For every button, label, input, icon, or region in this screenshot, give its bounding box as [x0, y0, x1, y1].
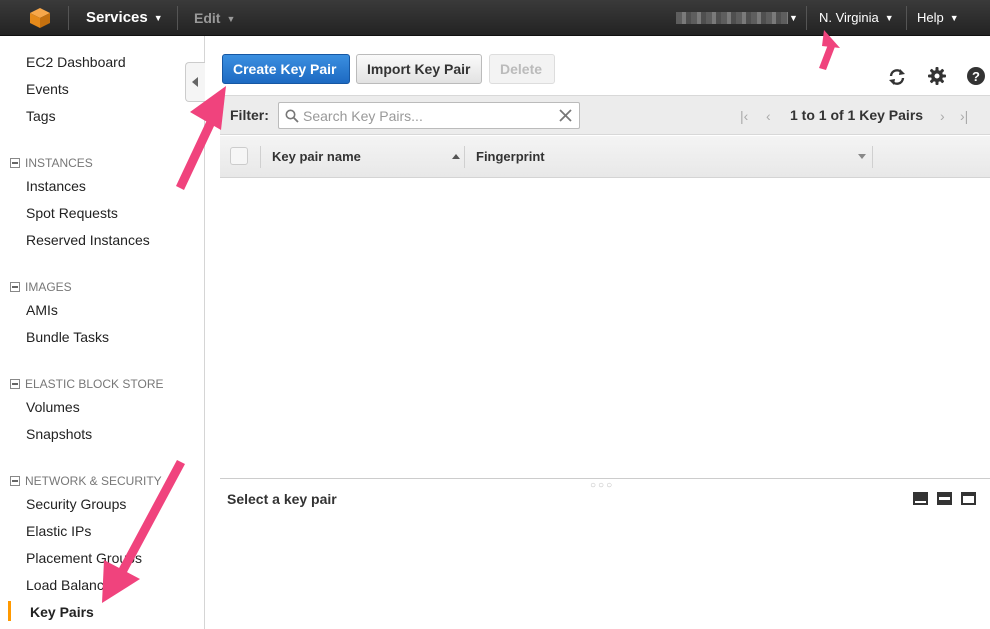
sidebar-section-label: ELASTIC BLOCK STORE — [25, 377, 164, 391]
services-menu[interactable]: Services ▼ — [86, 0, 163, 36]
import-key-pair-button[interactable]: Import Key Pair — [356, 54, 482, 84]
help-menu[interactable]: Help ▼ — [917, 0, 959, 36]
aws-cube-logo-icon[interactable] — [28, 6, 52, 30]
sidebar-section-images[interactable]: IMAGES — [10, 280, 72, 294]
layout-full-pane-icon[interactable] — [961, 492, 976, 505]
sidebar-item-ec2-dashboard[interactable]: EC2 Dashboard — [26, 54, 126, 70]
sidebar-navigation: EC2 Dashboard Events Tags INSTANCES Inst… — [0, 36, 205, 629]
layout-split-pane-icon[interactable] — [937, 492, 952, 505]
last-page-icon[interactable]: ›| — [960, 96, 968, 136]
sidebar-item-volumes[interactable]: Volumes — [26, 399, 80, 415]
sidebar-item-snapshots[interactable]: Snapshots — [26, 426, 92, 442]
column-divider — [260, 146, 261, 168]
previous-page-icon[interactable]: ‹ — [766, 96, 771, 136]
sidebar-item-spot-requests[interactable]: Spot Requests — [26, 205, 118, 221]
help-icon[interactable]: ? — [966, 66, 986, 86]
first-page-icon[interactable]: |‹ — [740, 96, 748, 136]
filter-bar: Filter: |‹ ‹ 1 to 1 of 1 Key Pairs › ›| — [220, 95, 990, 135]
collapse-icon[interactable] — [10, 379, 20, 389]
sort-ascending-icon[interactable] — [452, 154, 460, 159]
sidebar-item-instances[interactable]: Instances — [26, 178, 86, 194]
select-all-checkbox[interactable] — [230, 147, 248, 165]
region-selector-label: N. Virginia — [819, 10, 879, 25]
topbar-divider — [806, 6, 807, 30]
column-divider — [464, 146, 465, 168]
top-navigation-bar: Services ▼ Edit ▼ ▼ N. Virginia ▼ Help ▼ — [0, 0, 990, 36]
sidebar-section-label: NETWORK & SECURITY — [25, 474, 162, 488]
search-icon — [285, 109, 299, 123]
collapse-icon[interactable] — [10, 282, 20, 292]
pane-splitter[interactable] — [220, 478, 990, 479]
sidebar-item-amis[interactable]: AMIs — [26, 302, 58, 318]
table-header: Key pair name Fingerprint — [220, 136, 990, 178]
services-menu-label: Services — [86, 9, 148, 26]
search-box[interactable] — [278, 102, 580, 129]
active-item-marker — [8, 601, 11, 621]
arrow-to-region-icon — [819, 30, 840, 70]
sidebar-item-tags[interactable]: Tags — [26, 108, 56, 124]
topbar-divider — [177, 6, 178, 30]
collapse-icon[interactable] — [10, 476, 20, 486]
next-page-icon[interactable]: › — [940, 96, 945, 136]
sidebar-item-reserved-instances[interactable]: Reserved Instances — [26, 232, 150, 248]
column-divider — [872, 146, 873, 168]
delete-button[interactable]: Delete — [489, 54, 555, 84]
column-header-fingerprint[interactable]: Fingerprint — [476, 149, 545, 164]
filter-label: Filter: — [230, 107, 269, 123]
chevron-down-icon: ▼ — [226, 14, 236, 24]
chevron-down-icon: ▼ — [153, 13, 163, 23]
sidebar-item-bundle-tasks[interactable]: Bundle Tasks — [26, 329, 109, 345]
sidebar-item-key-pairs[interactable]: Key Pairs — [30, 604, 94, 620]
svg-text:?: ? — [972, 69, 980, 84]
chevron-down-icon: ▼ — [949, 13, 959, 23]
close-icon[interactable] — [559, 109, 572, 122]
region-selector[interactable]: N. Virginia ▼ — [819, 0, 894, 36]
help-menu-label: Help — [917, 10, 944, 25]
layout-bottom-pane-icon[interactable] — [913, 492, 928, 505]
chevron-down-icon: ▼ — [884, 13, 894, 23]
sidebar-section-instances[interactable]: INSTANCES — [10, 156, 93, 170]
edit-menu[interactable]: Edit ▼ — [194, 0, 235, 36]
sidebar-section-elastic-block-store[interactable]: ELASTIC BLOCK STORE — [10, 377, 164, 391]
collapse-icon[interactable] — [10, 158, 20, 168]
sidebar-item-security-groups[interactable]: Security Groups — [26, 496, 126, 512]
pagination-summary: 1 to 1 of 1 Key Pairs — [790, 107, 924, 123]
collapse-sidebar-button[interactable] — [185, 62, 205, 102]
topbar-divider — [906, 6, 907, 30]
sidebar-section-label: IMAGES — [25, 280, 72, 294]
detail-pane-title: Select a key pair — [227, 491, 337, 507]
create-key-pair-button[interactable]: Create Key Pair — [222, 54, 350, 84]
sidebar-item-load-balancers[interactable]: Load Balancers — [26, 577, 123, 593]
chevron-down-icon[interactable]: ▼ — [789, 0, 798, 36]
drag-handle-icon[interactable]: ○○○ — [590, 480, 614, 491]
topbar-divider — [68, 6, 69, 30]
gear-icon[interactable] — [927, 66, 947, 86]
sidebar-item-placement-groups[interactable]: Placement Groups — [26, 550, 142, 566]
column-header-key-pair-name[interactable]: Key pair name — [272, 149, 361, 164]
account-name-redacted[interactable] — [676, 12, 788, 24]
search-input[interactable] — [303, 105, 553, 126]
sidebar-section-label: INSTANCES — [25, 156, 93, 170]
sidebar-item-events[interactable]: Events — [26, 81, 69, 97]
refresh-icon[interactable] — [887, 67, 907, 87]
sort-icon[interactable] — [858, 154, 866, 159]
edit-menu-label: Edit — [194, 10, 221, 26]
sidebar-section-network-security[interactable]: NETWORK & SECURITY — [10, 474, 162, 488]
sidebar-item-elastic-ips[interactable]: Elastic IPs — [26, 523, 91, 539]
